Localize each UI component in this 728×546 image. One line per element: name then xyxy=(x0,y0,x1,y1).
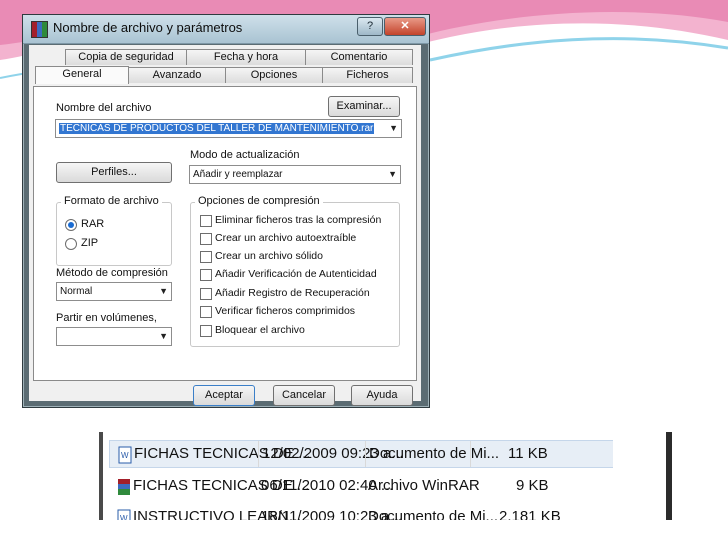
browse-button[interactable]: Examinar... xyxy=(328,96,400,117)
file-size: 2.181 KB xyxy=(499,508,561,520)
split-volumes-label: Partir en volúmenes, xyxy=(56,312,157,324)
split-volumes-select[interactable]: ▼ xyxy=(56,327,172,346)
general-tab-panel: Nombre del archivo Examinar... TECNICAS … xyxy=(33,86,417,381)
chevron-down-icon: ▼ xyxy=(159,331,168,341)
archive-name-label: Nombre del archivo xyxy=(56,102,152,114)
sfx-checkbox[interactable] xyxy=(200,233,212,245)
lock-archive-checkbox[interactable] xyxy=(200,325,212,337)
update-mode-value: Añadir y reemplazar xyxy=(193,169,283,180)
compression-method-value: Normal xyxy=(60,286,93,297)
word-document-icon: W xyxy=(118,446,132,464)
dialog-body: Copia de seguridad Fecha y hora Comentar… xyxy=(29,45,421,406)
file-list-border xyxy=(666,432,672,520)
format-zip-label: ZIP xyxy=(81,237,99,249)
help-icon[interactable]: ? xyxy=(357,17,383,36)
delete-files-label: Eliminar ficheros tras la compresión xyxy=(215,214,382,226)
update-mode-label: Modo de actualización xyxy=(190,149,300,161)
tab-date-time[interactable]: Fecha y hora xyxy=(186,49,306,65)
sfx-label: Crear un archivo autoextraíble xyxy=(215,232,357,244)
winrar-archive-icon xyxy=(118,479,130,495)
file-size: 11 KB xyxy=(508,445,548,462)
format-zip-radio[interactable] xyxy=(65,238,77,250)
tab-options[interactable]: Opciones xyxy=(225,67,323,83)
verify-files-checkbox[interactable] xyxy=(200,306,212,318)
profiles-button[interactable]: Perfiles... xyxy=(56,162,172,183)
close-icon[interactable]: ✕ xyxy=(384,17,426,36)
winrar-icon xyxy=(31,21,48,38)
help-button[interactable]: Ayuda xyxy=(351,385,413,406)
word-document-icon: W xyxy=(117,509,131,520)
compression-method-select[interactable]: Normal ▼ xyxy=(56,282,172,301)
tab-advanced[interactable]: Avanzado xyxy=(128,67,226,83)
archive-format-title: Formato de archivo xyxy=(61,195,162,207)
title-bar[interactable]: Nombre de archivo y parámetros ? ✕ xyxy=(23,15,429,44)
file-type: Archivo WinRAR xyxy=(368,477,480,494)
chevron-down-icon: ▼ xyxy=(388,169,397,179)
file-list: W FICHAS TECNICAS DE ... 12/02/2009 09:2… xyxy=(99,432,613,520)
format-rar-radio[interactable] xyxy=(65,219,77,231)
tab-backup[interactable]: Copia de seguridad xyxy=(65,49,187,65)
verify-files-label: Verificar ficheros comprimidos xyxy=(215,305,356,317)
dialog-title: Nombre de archivo y parámetros xyxy=(53,20,243,35)
recovery-record-checkbox[interactable] xyxy=(200,288,212,300)
archive-format-group xyxy=(56,202,172,266)
compression-options-title: Opciones de compresión xyxy=(195,195,323,207)
file-list-edge xyxy=(99,432,103,520)
file-row[interactable]: FICHAS TECNICAS DE ... 06/11/2010 02:40 … xyxy=(109,473,612,499)
archive-parameters-dialog: Nombre de archivo y parámetros ? ✕ Copia… xyxy=(22,14,430,408)
file-type: Documento de Mi... xyxy=(368,508,499,520)
compression-method-label: Método de compresión xyxy=(56,267,168,279)
ok-button[interactable]: Aceptar xyxy=(193,385,255,406)
recovery-record-label: Añadir Registro de Recuperación xyxy=(215,287,370,299)
file-type: Documento de Mi... xyxy=(369,445,500,462)
delete-files-checkbox[interactable] xyxy=(200,215,212,227)
file-row[interactable]: W FICHAS TECNICAS DE ... 12/02/2009 09:2… xyxy=(109,440,613,468)
chevron-down-icon: ▼ xyxy=(389,123,398,133)
authenticity-checkbox[interactable] xyxy=(200,269,212,281)
file-row[interactable]: W INSTRUCTIVO LEARN... 18/11/2009 10:23 … xyxy=(109,504,612,520)
format-rar-label: RAR xyxy=(81,218,105,230)
svg-text:W: W xyxy=(120,514,128,520)
cancel-button[interactable]: Cancelar xyxy=(273,385,335,406)
update-mode-select[interactable]: Añadir y reemplazar ▼ xyxy=(189,165,401,184)
tab-files[interactable]: Ficheros xyxy=(322,67,413,83)
file-size: 9 KB xyxy=(516,477,549,494)
solid-archive-label: Crear un archivo sólido xyxy=(215,250,323,262)
chevron-down-icon: ▼ xyxy=(159,286,168,296)
archive-name-field[interactable]: TECNICAS DE PRODUCTOS DEL TALLER DE MANT… xyxy=(55,119,402,138)
authenticity-label: Añadir Verificación de Autenticidad xyxy=(215,268,377,280)
tab-comment[interactable]: Comentario xyxy=(305,49,413,65)
solid-archive-checkbox[interactable] xyxy=(200,251,212,263)
tab-general[interactable]: General xyxy=(35,66,129,84)
svg-text:W: W xyxy=(121,451,129,460)
lock-archive-label: Bloquear el archivo xyxy=(215,324,305,336)
archive-name-value: TECNICAS DE PRODUCTOS DEL TALLER DE MANT… xyxy=(59,123,375,134)
